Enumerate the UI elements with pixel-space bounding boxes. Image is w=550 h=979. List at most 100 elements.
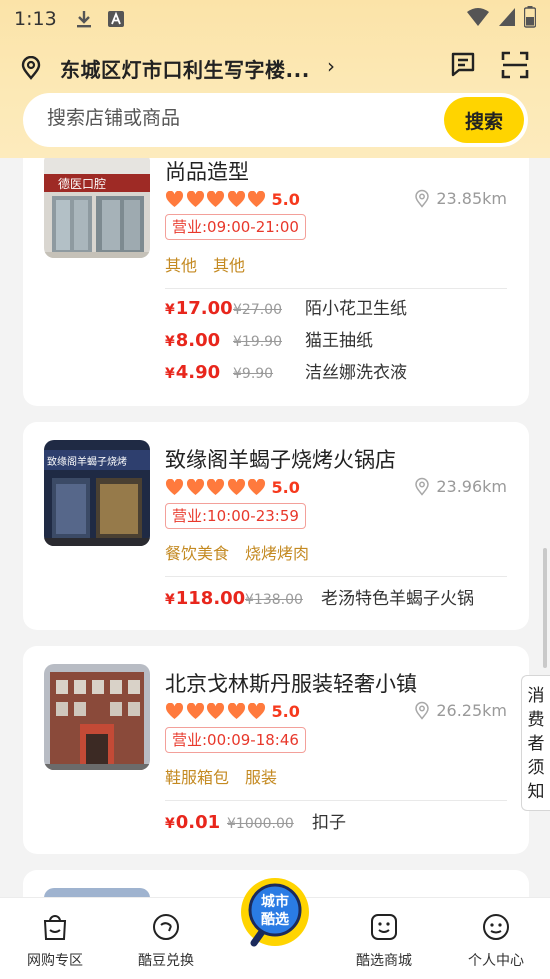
deal-original-price: ¥1000.00 <box>227 816 294 832</box>
deal-name: 老汤特色羊蝎子火锅 <box>321 589 474 609</box>
heart-icon <box>206 703 225 720</box>
heart-icon <box>186 703 204 720</box>
store-thumbnail[interactable]: 致缘阁羊蝎子烧烤 <box>44 440 150 546</box>
location-text[interactable]: 东城区灯市口利生写字楼... <box>60 54 310 83</box>
deal-row[interactable]: ¥0.01 ¥1000.00 扣子 <box>165 808 346 833</box>
heart-icon <box>227 479 245 496</box>
deal-row[interactable]: ¥8.00 ¥19.90 猫王抽纸 <box>165 326 373 351</box>
distance-text: 23.96km <box>436 477 507 496</box>
city-select-logo[interactable]: 城市 酷选 <box>236 875 314 953</box>
store-list: 德医口腔 尚品造型 5.0 23.85km 营业:09:00-21:00 其他 … <box>0 158 550 898</box>
nav-item-coin-exchange[interactable]: 酷豆兑换 <box>116 912 216 970</box>
nav-item-mall[interactable]: 酷选商城 <box>334 912 434 970</box>
category-tag[interactable]: 其他 <box>213 252 245 276</box>
nav-label: 网购专区 <box>27 953 83 969</box>
heart-icon <box>247 703 266 720</box>
category-tag[interactable]: 烧烤烤肉 <box>245 540 309 564</box>
status-bar: 1:13 <box>0 0 550 38</box>
deal-name: 猫王抽纸 <box>305 331 373 351</box>
deal-original-price: ¥138.00 <box>245 592 303 608</box>
deal-row[interactable]: ¥17.00 ¥27.00 陌小花卫生纸 <box>165 294 407 319</box>
deal-price: ¥118.00 <box>165 588 246 609</box>
store-name[interactable]: 北京戈林斯丹服装轻奢小镇 <box>165 668 417 698</box>
location-pin-icon <box>415 189 430 208</box>
svg-text:城市: 城市 <box>261 893 289 910</box>
scan-icon[interactable] <box>500 50 530 84</box>
search-input[interactable] <box>47 107 427 129</box>
nav-item-online-shopping[interactable]: 网购专区 <box>5 912 105 970</box>
location-pin-icon <box>415 477 430 496</box>
chevron-right-icon[interactable]: › <box>327 54 335 78</box>
wifi-icon <box>466 7 490 32</box>
store-card[interactable]: 德医口腔 尚品造型 5.0 23.85km 营业:09:00-21:00 其他 … <box>23 158 529 406</box>
rating-value: 5.0 <box>271 190 300 209</box>
nav-label: 酷选商城 <box>356 953 412 969</box>
distance: 23.85km <box>414 189 507 208</box>
deal-price: ¥17.00 <box>165 298 233 319</box>
deal-price: ¥0.01 <box>165 812 221 833</box>
heart-icon <box>227 703 245 720</box>
rating-hearts: 5.0 <box>165 478 300 497</box>
category-tag[interactable]: 鞋服箱包 <box>165 764 229 788</box>
deal-row[interactable]: ¥118.00 ¥138.00 老汤特色羊蝎子火锅 <box>165 584 474 609</box>
header-area: 1:13 东城区灯市口利生写字楼... › 搜索店铺或商品 搜索 <box>0 0 550 158</box>
coin-exchange-icon <box>116 912 216 946</box>
distance-text: 26.25km <box>436 701 507 720</box>
category-tag[interactable]: 服装 <box>245 764 277 788</box>
profile-icon <box>446 912 546 946</box>
search-button[interactable]: 搜索 <box>444 97 524 143</box>
rating-hearts: 5.0 <box>165 702 300 721</box>
consumer-notice-label[interactable]: 消费者须知 <box>527 684 545 804</box>
heart-icon <box>165 191 184 208</box>
store-card[interactable]: 北京戈林斯丹服装轻奢小镇 5.0 26.25km 营业:00:09-18:46 … <box>23 646 529 854</box>
location-bar[interactable]: 东城区灯市口利生写字楼... › <box>0 46 550 88</box>
status-time: 1:13 <box>14 8 57 30</box>
divider <box>165 800 507 801</box>
location-pin-icon <box>20 55 42 84</box>
message-icon[interactable] <box>449 50 477 82</box>
store-thumbnail[interactable] <box>44 664 150 770</box>
store-sign-text: 致缘阁羊蝎子烧烤 <box>47 455 127 468</box>
battery-icon <box>523 5 537 33</box>
heart-icon <box>165 703 184 720</box>
category-tag[interactable]: 餐饮美食 <box>165 540 229 564</box>
location-pin-icon <box>415 701 430 720</box>
rating-value: 5.0 <box>271 478 300 497</box>
store-thumbnail[interactable]: 德医口腔 <box>44 158 150 258</box>
heart-icon <box>247 191 266 208</box>
app-notification-icon <box>107 10 125 28</box>
deal-row[interactable]: ¥4.90 ¥9.90 洁丝娜洗衣液 <box>165 358 407 383</box>
store-name[interactable]: 尚品造型 <box>165 158 249 186</box>
deal-price: ¥8.00 <box>165 330 221 351</box>
download-icon <box>75 9 93 29</box>
nav-label: 酷豆兑换 <box>138 953 194 969</box>
store-card[interactable]: 致缘阁羊蝎子烧烤 致缘阁羊蝎子烧烤火锅店 5.0 23.96km 营业:10:0… <box>23 422 529 630</box>
deal-name: 洁丝娜洗衣液 <box>305 363 407 383</box>
deal-original-price: ¥9.90 <box>233 366 274 382</box>
deal-price: ¥4.90 <box>165 362 221 383</box>
distance-text: 23.85km <box>436 189 507 208</box>
rating-hearts: 5.0 <box>165 190 300 209</box>
divider <box>165 576 507 577</box>
heart-icon <box>186 191 204 208</box>
store-name[interactable]: 致缘阁羊蝎子烧烤火锅店 <box>165 444 396 474</box>
smile-store-icon <box>334 912 434 946</box>
divider <box>165 288 507 289</box>
distance: 26.25km <box>414 701 507 720</box>
category-tag[interactable]: 其他 <box>165 252 197 276</box>
store-sign-text: 德医口腔 <box>58 176 106 191</box>
heart-icon <box>247 479 266 496</box>
nav-item-profile[interactable]: 个人中心 <box>446 912 546 970</box>
category-tags: 餐饮美食 烧烤烤肉 <box>165 540 309 564</box>
search-bar: 搜索 <box>23 93 528 147</box>
rating-value: 5.0 <box>271 702 300 721</box>
category-tags: 其他 其他 <box>165 252 245 276</box>
deal-original-price: ¥27.00 <box>233 302 283 318</box>
distance: 23.96km <box>414 477 507 496</box>
business-hours: 营业:10:00-23:59 <box>165 503 306 529</box>
heart-icon <box>227 191 245 208</box>
consumer-notice-tab[interactable]: 消费者须知 <box>521 675 550 811</box>
deal-original-price: ¥19.90 <box>233 334 283 350</box>
deal-name: 陌小花卫生纸 <box>305 299 407 319</box>
scrollbar[interactable] <box>543 548 547 668</box>
